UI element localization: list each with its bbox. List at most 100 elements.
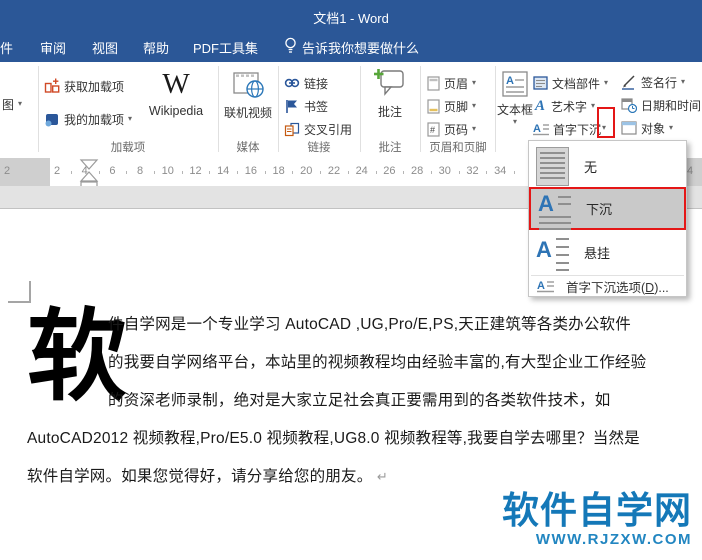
comment-button[interactable]: 批注 bbox=[366, 68, 414, 120]
header-icon bbox=[427, 76, 440, 91]
word-window: 文档1 - Word 件 审阅 视图 帮助 PDF工具集 告诉我你想要做什么 图… bbox=[0, 0, 702, 560]
tab-view[interactable]: 视图 bbox=[92, 38, 118, 57]
screenshot-button-partial[interactable]: 图▾ bbox=[2, 95, 22, 113]
chevron-down-icon: ▾ bbox=[472, 79, 476, 87]
tab-review[interactable]: 审阅 bbox=[40, 38, 66, 57]
group-separator bbox=[360, 66, 361, 152]
group-label-comments: 批注 bbox=[366, 139, 414, 155]
group-label-addins: 加载项 bbox=[93, 139, 163, 155]
ruler-tick: 34 bbox=[494, 165, 506, 177]
wikipedia-button[interactable]: W Wikipedia bbox=[145, 68, 207, 118]
quick-parts-label: 文档部件 bbox=[552, 75, 600, 92]
ruler-minor-tick bbox=[514, 171, 515, 174]
svg-text:A: A bbox=[506, 75, 514, 87]
footer-label: 页脚 bbox=[444, 98, 468, 115]
ribbon-tab-bar: 件 审阅 视图 帮助 PDF工具集 告诉我你想要做什么 bbox=[0, 30, 702, 62]
ruler-minor-tick bbox=[292, 171, 293, 174]
chevron-down-icon: ▾ bbox=[472, 125, 476, 133]
ruler-minor-tick bbox=[126, 171, 127, 174]
ruler-tick: 32 bbox=[466, 165, 478, 177]
signature-pen-icon bbox=[621, 74, 637, 90]
header-button[interactable]: 页眉▾ bbox=[427, 74, 476, 92]
date-time-label: 日期和时间 bbox=[641, 97, 701, 114]
get-addins-button[interactable]: 获取加载项 bbox=[44, 77, 124, 95]
paragraph-mark: ↵ bbox=[377, 469, 388, 484]
comment-label: 批注 bbox=[378, 103, 402, 120]
tab-help[interactable]: 帮助 bbox=[143, 38, 169, 57]
word-art-button[interactable]: A 艺术字▾ bbox=[533, 97, 595, 115]
ruler-minor-tick bbox=[348, 171, 349, 174]
ruler-tick: 26 bbox=[383, 165, 395, 177]
get-addins-label: 获取加载项 bbox=[64, 78, 124, 95]
drop-cap-arrow[interactable]: ▾ bbox=[602, 124, 606, 132]
page-number-icon: # bbox=[427, 122, 440, 137]
ruler-minor-tick bbox=[209, 171, 210, 174]
date-time-icon bbox=[621, 97, 637, 113]
footer-button[interactable]: 页脚 ▾ bbox=[427, 97, 476, 115]
text-box-button[interactable]: A 文本框 ▾ bbox=[494, 70, 536, 126]
watermark-site-name: 软件自学网 bbox=[430, 492, 692, 529]
dropcap-dropped-icon: A bbox=[538, 192, 573, 230]
svg-text:A: A bbox=[537, 280, 545, 292]
chevron-down-icon: ▾ bbox=[681, 78, 685, 86]
my-addins-icon bbox=[44, 111, 60, 127]
tab-pdf-tools[interactable]: PDF工具集 bbox=[193, 38, 258, 57]
my-addins-button[interactable]: 我的加载项▾ bbox=[44, 110, 132, 128]
ruler-tick: 12 bbox=[189, 165, 201, 177]
menu-item-in-margin-label: 悬挂 bbox=[584, 243, 610, 262]
cross-reference-icon bbox=[284, 122, 300, 137]
ruler-tick: 24 bbox=[356, 165, 368, 177]
dropcap-none-icon bbox=[536, 147, 569, 186]
document-text-line[interactable]: 软件自学网。如果您觉得好，请分享给您的朋友。 ↵ bbox=[27, 464, 388, 486]
document-text-line[interactable]: 的资深老师录制，绝对是大家立足社会真正要需用到的各类软件技术，如 bbox=[108, 388, 610, 410]
document-text-line[interactable]: 件自学网是一个专业学习 AutoCAD ,UG,Pro/E,PS,天正建筑等各类… bbox=[108, 312, 631, 334]
tab-mail-partial[interactable]: 件 bbox=[0, 38, 13, 57]
quick-parts-button[interactable]: 文档部件▾ bbox=[533, 74, 608, 92]
bookmark-button[interactable]: 书签 bbox=[284, 97, 328, 115]
cross-reference-label: 交叉引用 bbox=[304, 121, 352, 138]
chevron-down-icon: ▾ bbox=[513, 118, 517, 126]
bookmark-flag-icon bbox=[284, 99, 300, 114]
chevron-down-icon: ▾ bbox=[591, 102, 595, 110]
menu-item-in-margin[interactable]: A 悬挂 bbox=[529, 232, 686, 272]
menu-item-dropped[interactable]: A 下沉 bbox=[529, 187, 686, 230]
document-text: 软件自学网。如果您觉得好，请分享给您的朋友。 bbox=[27, 468, 372, 485]
drop-cap-button[interactable]: A 首字下沉 bbox=[533, 120, 601, 138]
ruler-tick: 20 bbox=[300, 165, 312, 177]
svg-text:A: A bbox=[538, 192, 554, 216]
link-button[interactable]: 链接 bbox=[284, 74, 328, 92]
ruler-minor-tick bbox=[182, 171, 183, 174]
group-separator bbox=[38, 66, 39, 152]
document-text-line[interactable]: AutoCAD2012 视频教程,Pro/E5.0 视频教程,UG8.0 视频教… bbox=[27, 426, 640, 448]
tell-me-box[interactable]: 告诉我你想要做什么 bbox=[302, 38, 419, 57]
ruler-tick: 18 bbox=[272, 165, 284, 177]
page-number-button[interactable]: # 页码▾ bbox=[427, 120, 476, 138]
ruler-tick: 28 bbox=[411, 165, 423, 177]
chevron-down-icon: ▾ bbox=[128, 115, 132, 123]
group-label-header-footer: 页眉和页脚 bbox=[420, 139, 496, 155]
svg-text:A: A bbox=[536, 237, 552, 262]
ruler-minor-tick bbox=[403, 171, 404, 174]
dropcap-in-margin-icon: A bbox=[536, 233, 571, 271]
comment-icon bbox=[374, 68, 406, 98]
menu-item-dropcap-options[interactable]: A 首字下沉选项(D)... bbox=[529, 277, 686, 296]
menu-item-none[interactable]: 无 bbox=[529, 145, 686, 187]
online-video-button[interactable]: 联机视频 bbox=[222, 70, 274, 121]
online-video-label: 联机视频 bbox=[224, 104, 272, 121]
ruler-tick: 16 bbox=[245, 165, 257, 177]
cross-reference-button[interactable]: 交叉引用 bbox=[284, 120, 352, 138]
chevron-down-icon: ▾ bbox=[18, 100, 22, 108]
ruler-tick: 14 bbox=[217, 165, 229, 177]
group-label-links: 链接 bbox=[284, 139, 354, 155]
object-button[interactable]: 对象▾ bbox=[621, 119, 673, 137]
site-watermark: 软件自学网 WWW.RJZXW.COM bbox=[430, 492, 692, 547]
chevron-down-icon: ▾ bbox=[472, 102, 476, 110]
title-bar: 文档1 - Word bbox=[0, 0, 702, 30]
signature-line-button[interactable]: 签名行▾ bbox=[621, 73, 685, 91]
word-art-label: 艺术字 bbox=[551, 98, 587, 115]
document-text-line[interactable]: 的我要自学网络平台，本站里的视频教程均由经验丰富的,有大型企业工作经验 bbox=[108, 350, 646, 372]
date-time-button[interactable]: 日期和时间 bbox=[621, 96, 701, 114]
ruler-minor-tick bbox=[376, 171, 377, 174]
dropcap-options-icon: A bbox=[537, 279, 554, 294]
footer-icon bbox=[427, 99, 440, 114]
